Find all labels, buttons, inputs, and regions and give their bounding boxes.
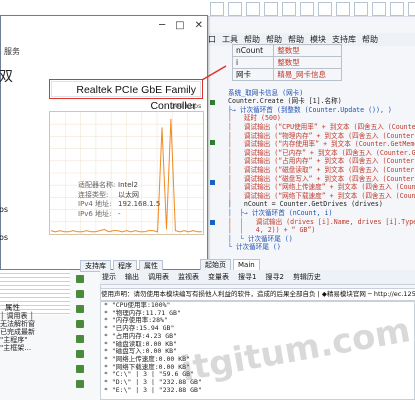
code-line: │ 调试输出 (“磁盘写入” + 到文本 (四舍五入 (Counter.GetD… (228, 174, 415, 183)
minimize-icon[interactable]: ─ (159, 20, 165, 31)
tab-search2[interactable]: 搜寻2 (263, 272, 285, 282)
variable-row[interactable]: i 整数型 (231, 56, 342, 69)
adapter-heading: 双 (0, 69, 13, 85)
stat-value: - (118, 209, 121, 218)
toolbar-icon[interactable] (354, 2, 368, 16)
highlight-box (49, 79, 203, 99)
code-line: │ 调试输出 (“内存使用率” + 到文本 (Counter.GetMemory… (228, 140, 415, 149)
code-line: │ └ 计次循环尾 () (228, 234, 293, 243)
stat-key: IPv6 地址: (78, 209, 112, 218)
toolbar-icon[interactable] (264, 2, 278, 16)
gutter-marker (210, 180, 215, 185)
tab-tips[interactable]: 提示 (100, 272, 118, 282)
menu-item[interactable]: 帮助 (362, 34, 378, 45)
breakpoint-gutter[interactable] (207, 100, 219, 270)
code-line: │ 调试输出 (“CPU使用率” + 到文本 (四舍五入 (Counter.Ge… (228, 122, 415, 131)
tab-watch-table[interactable]: 监视表 (176, 272, 201, 282)
toolbar-icon[interactable] (300, 2, 314, 16)
variable-table: nCount 整数型 i 整数型 网卡 精易_网卡信息 (231, 44, 342, 81)
window-controls: ─ □ ✕ (159, 20, 203, 31)
stat-key: 连接类型: (78, 190, 109, 199)
code-line: Counter.Create (网卡 [1].名称) (228, 97, 342, 106)
variable-name: 网卡 (231, 68, 275, 81)
gutter-marker (210, 100, 215, 105)
gutter-marker (210, 140, 215, 145)
tool-icon[interactable] (76, 275, 84, 283)
tool-icon[interactable] (76, 350, 84, 358)
side-icon-strip (76, 275, 88, 390)
maximize-icon[interactable]: □ (175, 20, 184, 31)
gutter-marker (210, 220, 215, 225)
code-editor[interactable]: 系统_取网卡信息 (网卡) Counter.Create (网卡 [1].名称) ├… (228, 80, 415, 260)
code-line: 系统_取网卡信息 (网卡) (228, 88, 304, 97)
toolbar-icon[interactable] (210, 2, 224, 16)
stat-row: IPv4 地址: 192.168.1.5 (78, 200, 160, 210)
tool-icon[interactable] (76, 305, 84, 313)
stat-value: 以太网 (118, 190, 139, 199)
toolbar-icon[interactable] (372, 2, 386, 16)
code-line: │ 调试输出 (“网络上传速度” + 到文本 (四舍五入 (Counter.Ge… (228, 183, 415, 192)
output-line: * "E:\" | 3 | "232.88 GB" (104, 385, 202, 394)
code-line: │ nCount = Counter.GetDrives (drives) (228, 200, 383, 209)
toolbar-icon[interactable] (282, 2, 296, 16)
toolbar-icon[interactable] (228, 2, 242, 16)
left-stat: os (0, 205, 9, 214)
left-stats: os os (0, 196, 8, 252)
variable-type: 整数型 (273, 56, 342, 69)
toolbar-icon[interactable] (408, 2, 415, 16)
code-line: │ 调试输出 (“磁盘读取” + 到文本 (四舍五入 (Counter.GetD… (228, 165, 415, 174)
code-line: │ 调试输出 (“物理内存” + 到文本 (四舍五入 (Counter.GetM… (228, 131, 415, 140)
output-toolbar: 提示 输出 调用表 监视表 变量表 搜寻1 搜寻2 剪辑历史 (100, 270, 415, 285)
code-line: │ │ 调试输出 (drives [i].Name, drives [i].Ty… (228, 217, 415, 226)
annotation-arrow (201, 65, 227, 81)
window-titlebar: ─ □ ✕ (1, 16, 207, 35)
toolbar-icon[interactable] (318, 2, 332, 16)
code-line: │ │ 4, 2)) + “ GB”) (228, 226, 316, 235)
toolbar-icon[interactable] (390, 2, 404, 16)
variable-row[interactable]: 网卡 精易_网卡信息 (231, 68, 342, 81)
stat-row: IPv6 地址: - (78, 210, 160, 220)
arrow-line (201, 65, 227, 81)
tab-clip-history[interactable]: 剪辑历史 (291, 272, 323, 282)
code-line: └ 计次循环尾 () (228, 243, 281, 252)
tool-icon[interactable] (76, 290, 84, 298)
output-notice: 使用声明：请勿使用本模块编写有损他人利益的软件，造成的后果全部自负 | ◆精易模… (100, 288, 415, 301)
stat-row: 适配器名称: Intel2 (78, 181, 160, 191)
tool-icon[interactable] (76, 335, 84, 343)
stat-value: 192.168.1.5 (118, 200, 161, 208)
tab-output[interactable]: 输出 (123, 272, 141, 282)
service-label: 服务 (4, 47, 20, 56)
tab-variable-table[interactable]: 变量表 (206, 272, 231, 282)
left-stat: os (0, 233, 9, 242)
close-icon[interactable]: ✕ (195, 20, 203, 31)
axis-max-label: 100 Kbps (171, 102, 202, 110)
network-monitor-window: ─ □ ✕ 服务 双 Realtek PCIe GbE Family Contr… (0, 15, 208, 270)
code-tabs: 起始页 Main (200, 259, 262, 271)
tool-icon[interactable] (76, 365, 84, 373)
code-line: │ ├→ 计次循环首 (nCount, i) (228, 208, 333, 217)
stat-key: IPv4 地址: (78, 200, 112, 208)
stat-value: Intel2 (118, 181, 138, 189)
ide-title-toolbar (210, 2, 415, 16)
tool-icon[interactable] (76, 320, 84, 328)
toolbar-icon[interactable] (336, 2, 350, 16)
variable-name: nCount (231, 44, 275, 57)
toolbar-icon[interactable] (246, 2, 260, 16)
stat-row: 连接类型: 以太网 (78, 191, 160, 201)
code-line: │ 延时 (500) (228, 114, 281, 123)
variable-name: i (231, 56, 275, 69)
adapter-stats: 适配器名称: Intel2 连接类型: 以太网 IPv4 地址: 192.168.1.… (78, 181, 160, 219)
variable-type: 整数型 (273, 44, 342, 57)
code-line: │ 调试输出 (“占用内存” + 到文本 (四舍五入 (Counter.GetC… (228, 157, 415, 166)
stat-key: 适配器名称: (78, 181, 116, 189)
variable-row[interactable]: nCount 整数型 (231, 44, 342, 57)
tab-call-table[interactable]: 调用表 (146, 272, 171, 282)
tab-search1[interactable]: 搜寻1 (236, 272, 258, 282)
variable-type: 精易_网卡信息 (273, 68, 342, 81)
tool-icon[interactable] (76, 380, 84, 388)
